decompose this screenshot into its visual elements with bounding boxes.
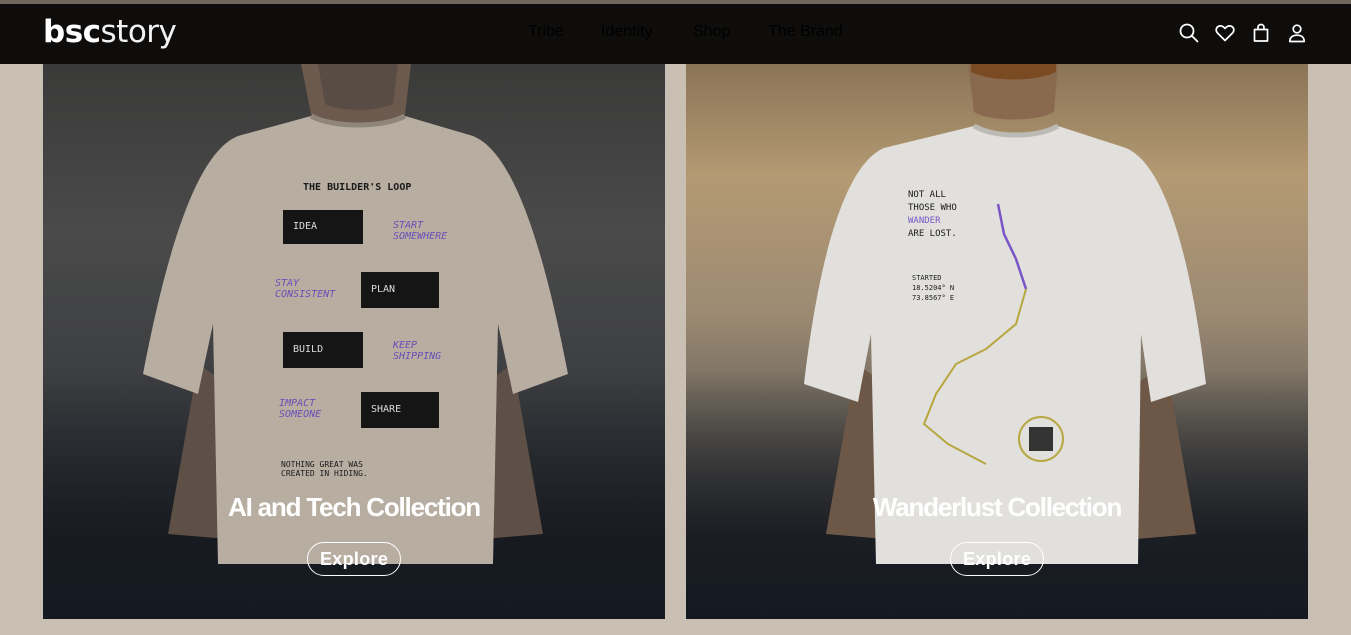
print-step-build: BUILD bbox=[283, 332, 363, 368]
print-note-start: START SOMEWHERE bbox=[393, 220, 448, 242]
nav-identity[interactable]: Identity bbox=[601, 23, 653, 41]
explore-button[interactable]: Explore bbox=[950, 542, 1045, 576]
user-icon[interactable] bbox=[1286, 22, 1308, 44]
print-quote: NOT ALL THOSE WHO WANDER ARE LOST. bbox=[908, 189, 957, 241]
explore-button[interactable]: Explore bbox=[307, 542, 402, 576]
print-note-shipping: KEEP SHIPPING bbox=[393, 340, 442, 362]
search-icon[interactable] bbox=[1178, 22, 1200, 44]
print-quote-line: ARE LOST. bbox=[908, 229, 957, 239]
print-step-idea: IDEA bbox=[283, 210, 363, 244]
print-quote-line: THOSE WHO bbox=[908, 203, 957, 213]
print-note-consistent: STAY CONSISTENT bbox=[275, 278, 336, 300]
print-coordinates: STARTED 18.5204° N 73.8567° E bbox=[912, 273, 954, 303]
collection-title: AI and Tech Collection bbox=[228, 492, 481, 522]
print-quote-line: WANDER bbox=[908, 216, 941, 226]
brand-logo[interactable]: bscstory bbox=[43, 14, 177, 50]
collection-card-wanderlust[interactable]: NOT ALL THOSE WHO WANDER ARE LOST. START… bbox=[686, 64, 1308, 619]
collection-title: Wanderlust Collection bbox=[872, 492, 1122, 522]
collection-card-ai-tech[interactable]: THE BUILDER'S LOOP IDEA PLAN BUILD SHARE… bbox=[43, 64, 665, 619]
print-started: STARTED bbox=[912, 274, 942, 282]
print-note-impact: IMPACT SOMEONE bbox=[279, 398, 322, 420]
print-heading: THE BUILDER'S LOOP bbox=[303, 182, 412, 193]
print-step-share: SHARE bbox=[361, 392, 439, 428]
print-footer: NOTHING GREAT WAS CREATED IN HIDING. bbox=[281, 460, 368, 478]
nav-tribe[interactable]: Tribe bbox=[528, 23, 564, 41]
print-coord-n: 18.5204° N bbox=[912, 284, 955, 292]
model-back-tshirt-image bbox=[804, 64, 1206, 564]
print-step-plan: PLAN bbox=[361, 272, 439, 308]
site-header: bscstory Tribe Identity Shop The Brand bbox=[0, 4, 1351, 64]
print-coord-e: 73.8567° E bbox=[912, 294, 955, 302]
heart-icon[interactable] bbox=[1214, 22, 1236, 44]
nav-shop[interactable]: Shop bbox=[693, 23, 730, 41]
bag-icon[interactable] bbox=[1250, 22, 1272, 44]
nav-the-brand[interactable]: The Brand bbox=[768, 23, 843, 41]
print-quote-line: NOT ALL bbox=[908, 190, 946, 200]
